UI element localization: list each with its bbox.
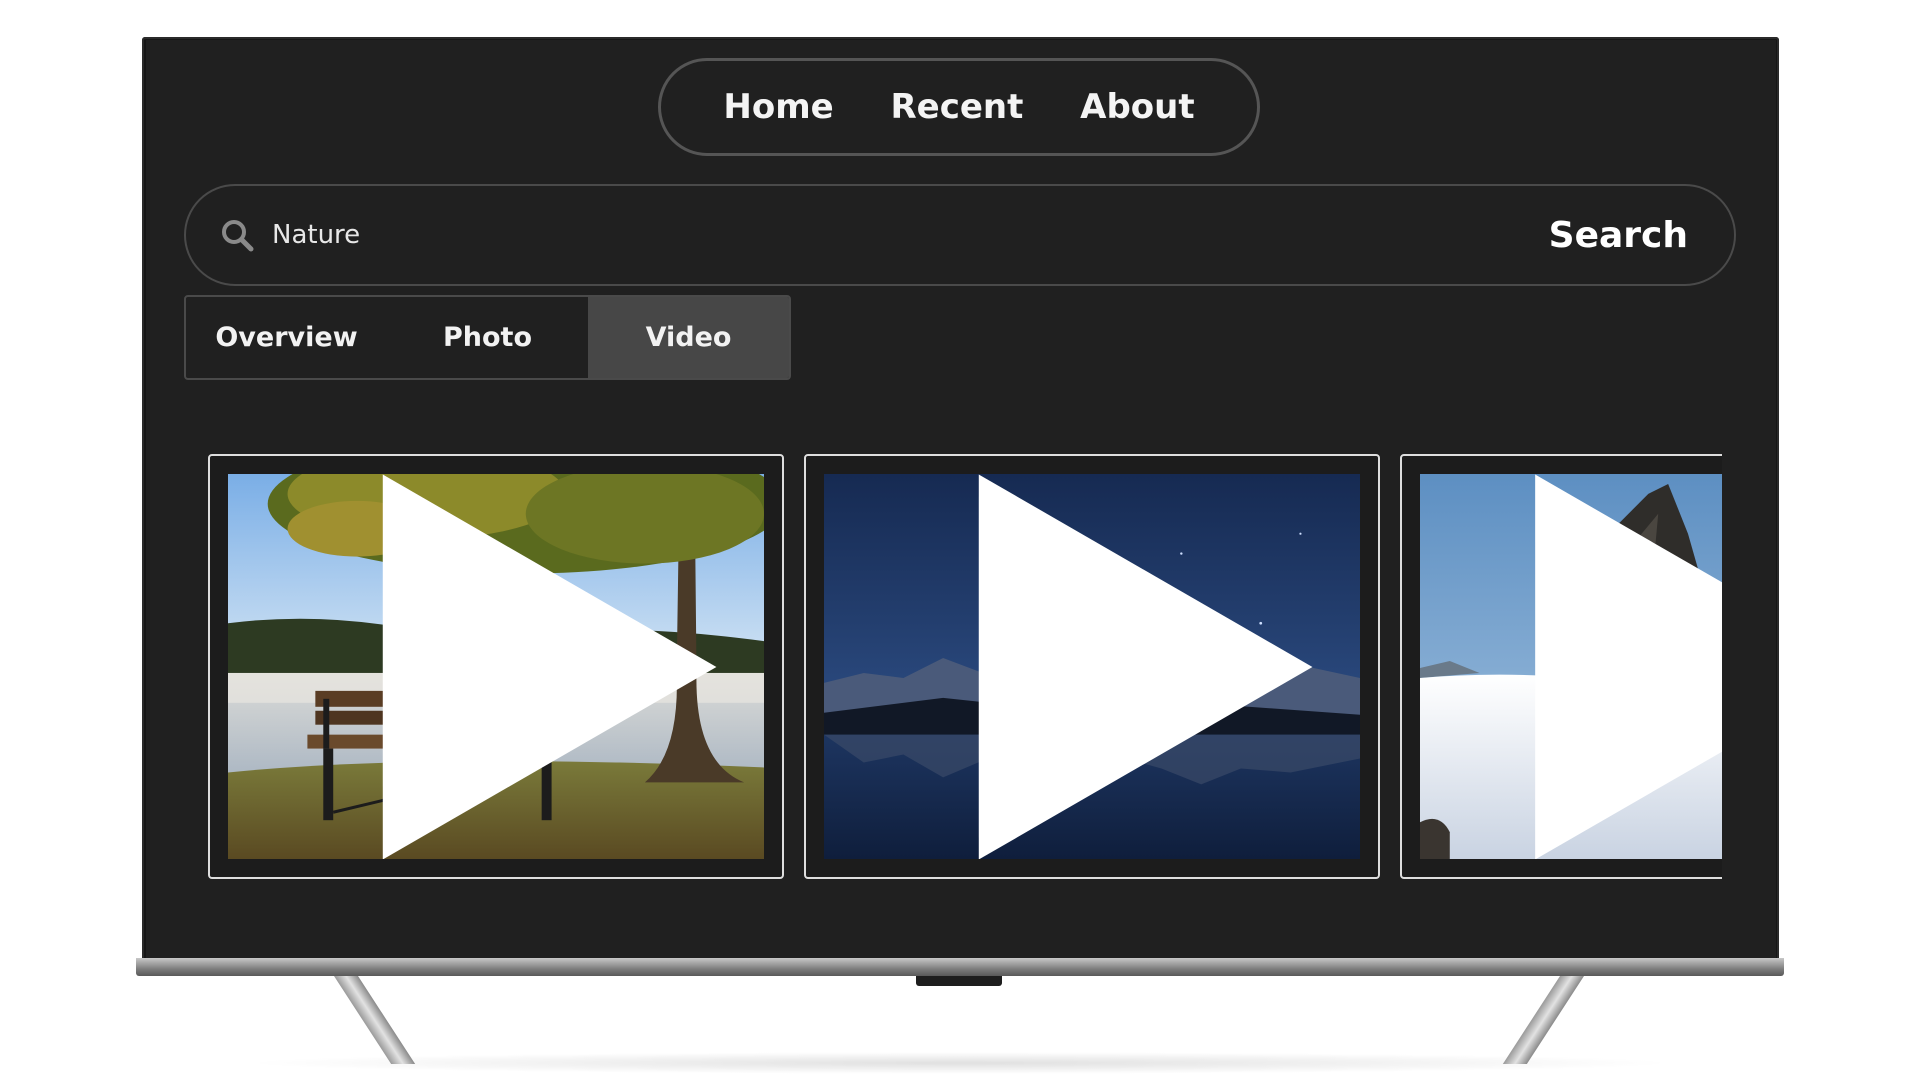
tab-overview[interactable]: Overview <box>186 297 387 378</box>
tv-logo-strip <box>916 976 1002 986</box>
tv-stand-left <box>334 976 416 1064</box>
video-thumbnail <box>824 474 1360 859</box>
tv-stand-right <box>1502 976 1584 1064</box>
video-card[interactable] <box>804 454 1380 879</box>
video-carousel <box>208 454 1722 880</box>
nav-item-home[interactable]: Home <box>723 87 833 127</box>
tv-shadow <box>240 1052 1680 1074</box>
video-card[interactable] <box>208 454 784 879</box>
search-button[interactable]: Search <box>1543 214 1694 257</box>
play-icon[interactable] <box>1434 474 1722 859</box>
top-navigation: Home Recent About <box>658 58 1260 156</box>
video-thumbnail <box>1420 474 1722 859</box>
play-icon[interactable] <box>282 474 764 859</box>
search-icon <box>222 220 254 252</box>
tv-bottom-frame <box>136 958 1784 976</box>
nav-item-about[interactable]: About <box>1080 87 1194 127</box>
video-thumbnail <box>228 474 764 859</box>
search-input[interactable] <box>270 219 1543 251</box>
nav-item-recent[interactable]: Recent <box>890 87 1023 127</box>
content-type-tabs: Overview Photo Video <box>184 295 791 380</box>
search-bar: Search <box>184 184 1736 286</box>
tab-photo[interactable]: Photo <box>387 297 588 378</box>
play-icon[interactable] <box>878 474 1360 859</box>
video-card[interactable] <box>1400 454 1722 879</box>
tab-video[interactable]: Video <box>588 297 789 378</box>
tv-screen: Home Recent About Search Overview Photo … <box>146 40 1776 958</box>
